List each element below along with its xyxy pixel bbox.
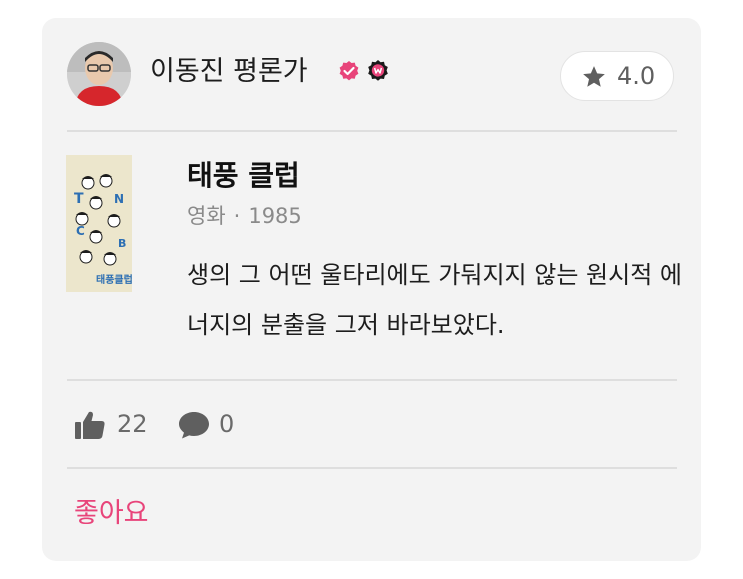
like-button[interactable]: 좋아요 xyxy=(74,496,149,532)
review-card: 이동진 평론가 4.0 T N C B 태풍클럽 태풍 클럽 영화 · 1985… xyxy=(42,18,701,561)
divider xyxy=(67,379,677,381)
w-badge-icon xyxy=(368,60,388,81)
movie-year: 1985 xyxy=(248,204,302,228)
comment-count: 0 xyxy=(219,410,235,438)
rating-badge: 4.0 xyxy=(560,51,674,101)
verified-icon xyxy=(339,61,359,81)
svg-text:N: N xyxy=(114,192,124,206)
meta-separator: · xyxy=(233,204,241,228)
movie-category: 영화 xyxy=(187,204,226,228)
movie-poster[interactable]: T N C B 태풍클럽 xyxy=(66,155,132,292)
svg-text:C: C xyxy=(76,224,85,238)
star-icon xyxy=(583,66,605,87)
thumbs-up-icon xyxy=(75,411,105,439)
movie-meta: 영화 · 1985 xyxy=(187,202,302,230)
review-header: 이동진 평론가 4.0 xyxy=(42,18,701,130)
movie-title[interactable]: 태풍 클럽 xyxy=(187,158,300,194)
divider xyxy=(67,467,677,469)
rating-value: 4.0 xyxy=(617,62,656,90)
divider xyxy=(67,130,677,132)
like-count: 22 xyxy=(117,410,148,438)
svg-text:T: T xyxy=(74,191,84,207)
avatar[interactable] xyxy=(67,42,131,106)
review-text[interactable]: 생의 그 어떤 울타리에도 가둬지지 않는 원시적 에너지의 분출을 그저 바라… xyxy=(187,250,687,350)
svg-text:B: B xyxy=(118,237,126,250)
comment-icon xyxy=(179,412,209,439)
author-name[interactable]: 이동진 평론가 xyxy=(150,54,308,90)
poster-title: 태풍클럽 xyxy=(96,273,132,286)
